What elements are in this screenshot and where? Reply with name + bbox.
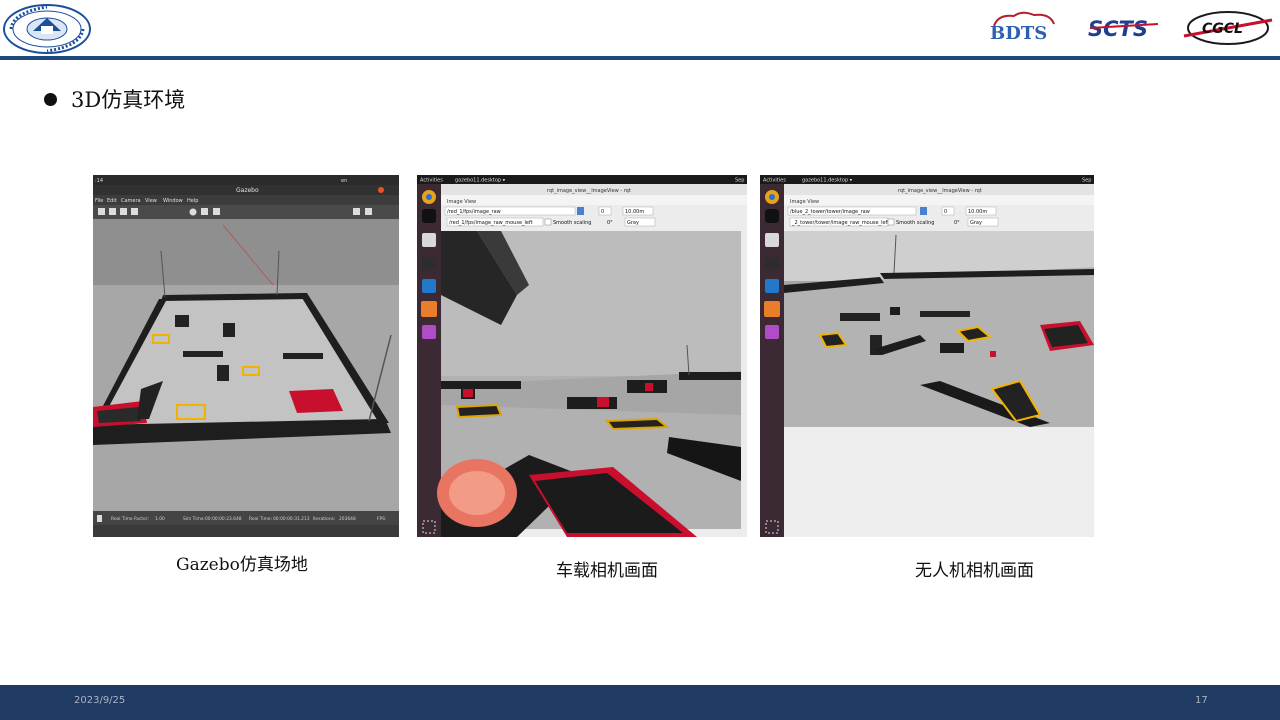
min-value: 0	[944, 209, 947, 215]
header-logo-university	[3, 4, 91, 54]
rtf-label: Real Time Factor:	[111, 516, 149, 522]
smooth-scaling-checkbox[interactable]	[544, 218, 552, 226]
drone-camera-screenshot: Activities gazebo11.desktop ▾ Sep rqt_im…	[760, 175, 1094, 537]
topic-value: /blue_2_tower/tower/image_raw	[790, 209, 870, 215]
stack-app-icon[interactable]	[421, 301, 437, 317]
rotate-tool-icon[interactable]	[120, 208, 127, 215]
mouse-topic-value: _2_tower/tower/image_raw_mouse_left	[791, 220, 889, 226]
real-time-value: 00:00:00:31.213	[273, 516, 310, 522]
drone-camera-caption: 无人机相机画面	[915, 561, 1034, 581]
activities-button[interactable]: Activities	[420, 178, 443, 184]
rqt-window-title: rqt_image_view__ImageView - rqt	[898, 188, 982, 194]
vscode-icon[interactable]	[422, 279, 436, 293]
iterations-label: Iterations:	[313, 516, 335, 522]
vehicle-camera-screenshot: Activities gazebo11.desktop ▾ Sep rqt_im…	[417, 175, 747, 537]
vehicle-camera-caption: 车载相机画面	[556, 561, 658, 581]
screenshot-icon[interactable]	[353, 208, 360, 215]
files-icon[interactable]	[422, 233, 436, 247]
page-number: 17	[1195, 695, 1208, 706]
sphere-icon[interactable]	[189, 208, 197, 216]
top-clock: Sep	[735, 178, 744, 184]
vscode-icon[interactable]	[765, 279, 779, 293]
chart-icon[interactable]	[365, 208, 372, 215]
color-mode-value: Gray	[627, 220, 639, 226]
logo-scts: SCTS	[1086, 12, 1164, 44]
qq-icon[interactable]	[765, 209, 779, 223]
footer-date: 2023/9/25	[74, 695, 126, 706]
menu-help[interactable]: Help	[187, 198, 198, 204]
header-divider	[0, 56, 1280, 60]
image-viewer-icon[interactable]	[765, 325, 779, 339]
image-view-panel-title: Image View	[447, 199, 476, 205]
gazebo-locale[interactable]: en	[341, 178, 347, 184]
select-tool-icon[interactable]	[98, 208, 105, 215]
gazebo-window-title: Gazebo	[236, 187, 259, 194]
gazebo-caption: Gazebo仿真场地	[176, 555, 308, 575]
real-time-label: Real Time:	[249, 516, 272, 522]
footer-bar	[0, 685, 1280, 720]
smooth-scaling-label: Smooth scaling	[553, 220, 591, 226]
gazebo-screenshot: :14 en Gazebo File Edit Camera View Wind…	[93, 175, 399, 537]
rtf-value: 1.00	[155, 516, 165, 522]
pause-icon[interactable]	[97, 515, 102, 522]
menu-file[interactable]: File	[95, 198, 103, 204]
bullet-dot-icon	[44, 92, 57, 106]
image-viewer-icon[interactable]	[422, 325, 436, 339]
section-bullet: 3D仿真环境	[44, 86, 185, 112]
sim-time-label: Sim Time:	[183, 516, 205, 522]
rqt-window-title: rqt_image_view__ImageView - rqt	[547, 188, 631, 194]
activities-button[interactable]: Activities	[763, 178, 786, 184]
close-icon[interactable]	[378, 187, 384, 193]
terminal-icon[interactable]	[765, 257, 779, 269]
rotation-value: 0°	[954, 220, 960, 226]
smooth-scaling-checkbox[interactable]	[887, 218, 895, 226]
section-title: 3D仿真环境	[71, 88, 186, 112]
color-mode-value: Gray	[970, 220, 982, 226]
max-value: 10.00m	[625, 209, 644, 215]
svg-text:BDTS: BDTS	[990, 23, 1047, 44]
iterations-value: 203648	[339, 516, 356, 522]
mouse-topic-value: /red_1/fps/image_raw_mouse_left	[449, 220, 533, 226]
menu-window[interactable]: Window	[163, 198, 183, 204]
cylinder-icon[interactable]	[213, 208, 220, 215]
logo-bdts: BDTS	[988, 10, 1066, 44]
terminal-icon[interactable]	[422, 257, 436, 269]
max-value: 10.00m	[968, 209, 987, 215]
image-view-panel-title: Image View	[790, 199, 819, 205]
smooth-scaling-label: Smooth scaling	[896, 220, 934, 226]
translate-tool-icon[interactable]	[109, 208, 116, 215]
sim-time-value: 00:00:00:23.648	[205, 516, 242, 522]
logo-cgcl: CGCL	[1182, 6, 1274, 50]
files-icon[interactable]	[765, 233, 779, 247]
gazebo-clock: :14	[95, 178, 103, 184]
top-clock: Sep	[1082, 178, 1091, 184]
qq-icon[interactable]	[422, 209, 436, 223]
refresh-icon[interactable]	[920, 207, 927, 215]
app-menu[interactable]: gazebo11.desktop ▾	[802, 178, 853, 184]
menu-camera[interactable]: Camera	[121, 198, 141, 204]
topic-value: /red_1/fps/image_raw	[447, 209, 501, 215]
scale-tool-icon[interactable]	[131, 208, 138, 215]
rotation-value: 0°	[607, 220, 613, 226]
svg-text:CGCL: CGCL	[1202, 21, 1243, 37]
refresh-icon[interactable]	[577, 207, 584, 215]
stack-app-icon[interactable]	[764, 301, 780, 317]
box-icon[interactable]	[201, 208, 208, 215]
svg-text:SCTS: SCTS	[1088, 17, 1148, 41]
menu-edit[interactable]: Edit	[107, 198, 117, 204]
menu-view[interactable]: View	[145, 198, 157, 204]
app-menu[interactable]: gazebo11.desktop ▾	[455, 178, 506, 184]
fps-label: FPS:	[377, 516, 386, 522]
min-value: 0	[601, 209, 604, 215]
